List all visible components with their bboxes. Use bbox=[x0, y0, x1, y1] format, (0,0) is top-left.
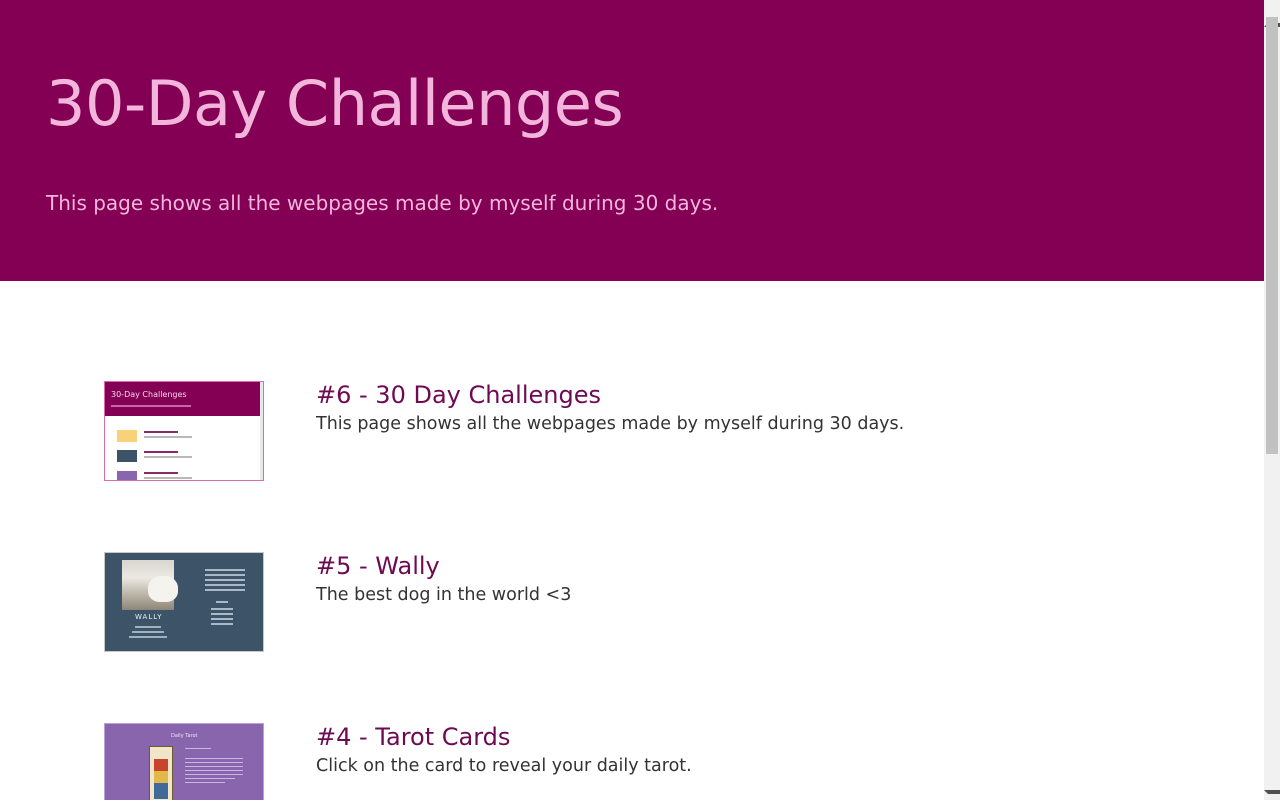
vertical-scrollbar[interactable] bbox=[1264, 0, 1280, 800]
project-thumbnail-tarot-cards[interactable]: Daily Tarot bbox=[104, 723, 264, 800]
scrollbar-thumb[interactable] bbox=[1266, 17, 1278, 454]
project-item-5: WALLY #5 - Wally The best dog in the wor… bbox=[104, 552, 1204, 652]
page: 30-Day Challenges This page shows all th… bbox=[0, 0, 1264, 800]
dog-photo bbox=[122, 560, 178, 610]
tarot-card-image bbox=[149, 746, 173, 800]
page-header: 30-Day Challenges This page shows all th… bbox=[0, 0, 1264, 281]
project-thumbnail-30-day-challenges[interactable]: 30-Day Challenges bbox=[104, 381, 264, 481]
scroll-up-button[interactable] bbox=[1264, 0, 1280, 27]
scroll-down-button[interactable] bbox=[1264, 783, 1280, 800]
project-item-6: 30-Day Challenges #6 - 30 Day Challenges… bbox=[104, 381, 1204, 481]
project-title-link[interactable]: #5 - Wally bbox=[316, 549, 440, 583]
page-subtitle: This page shows all the webpages made by… bbox=[46, 191, 719, 215]
project-description: Click on the card to reveal your daily t… bbox=[316, 756, 692, 776]
thumbnail-heading: WALLY bbox=[135, 613, 163, 621]
project-title-link[interactable]: #6 - 30 Day Challenges bbox=[316, 378, 601, 412]
thumbnail-heading: 30-Day Challenges bbox=[111, 390, 187, 399]
project-description: This page shows all the webpages made by… bbox=[316, 414, 905, 434]
thumbnail-heading: Daily Tarot bbox=[171, 733, 198, 739]
arrow-down-icon bbox=[1264, 790, 1280, 811]
project-title-link[interactable]: #4 - Tarot Cards bbox=[316, 720, 510, 754]
project-thumbnail-wally[interactable]: WALLY bbox=[104, 552, 264, 652]
project-description: The best dog in the world <3 bbox=[316, 585, 572, 605]
page-title: 30-Day Challenges bbox=[46, 67, 624, 140]
project-item-4: Daily Tarot #4 - Tarot Cards Click on th… bbox=[104, 723, 1204, 800]
